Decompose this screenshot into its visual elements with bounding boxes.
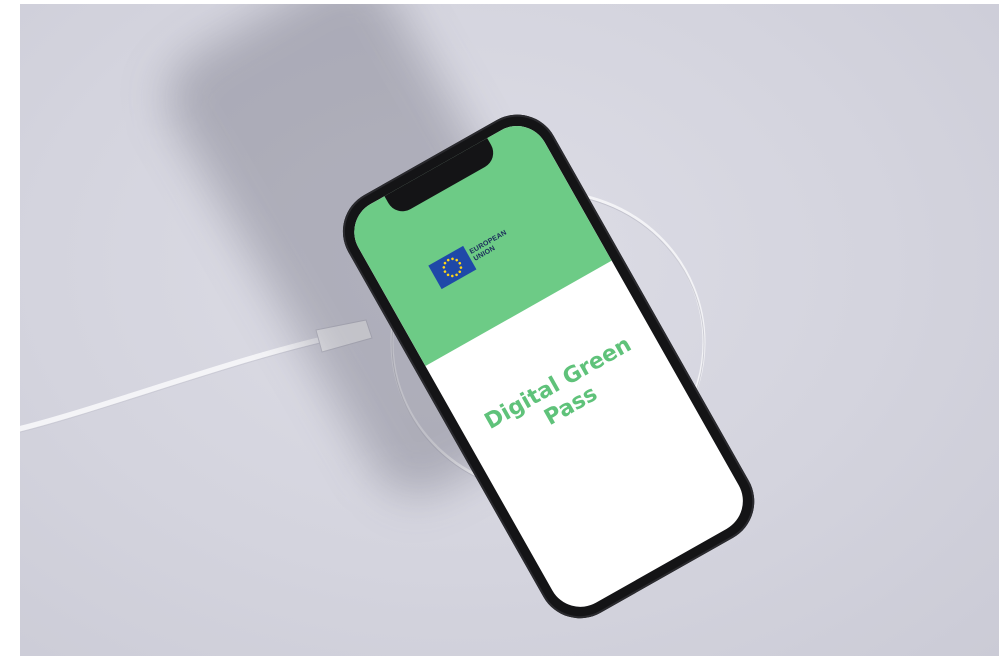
usb-cable [20, 337, 323, 432]
pass-title: Digital Green Pass [459, 320, 671, 471]
photo-background: EUROPEAN UNION Digital Green Pass [20, 4, 999, 656]
